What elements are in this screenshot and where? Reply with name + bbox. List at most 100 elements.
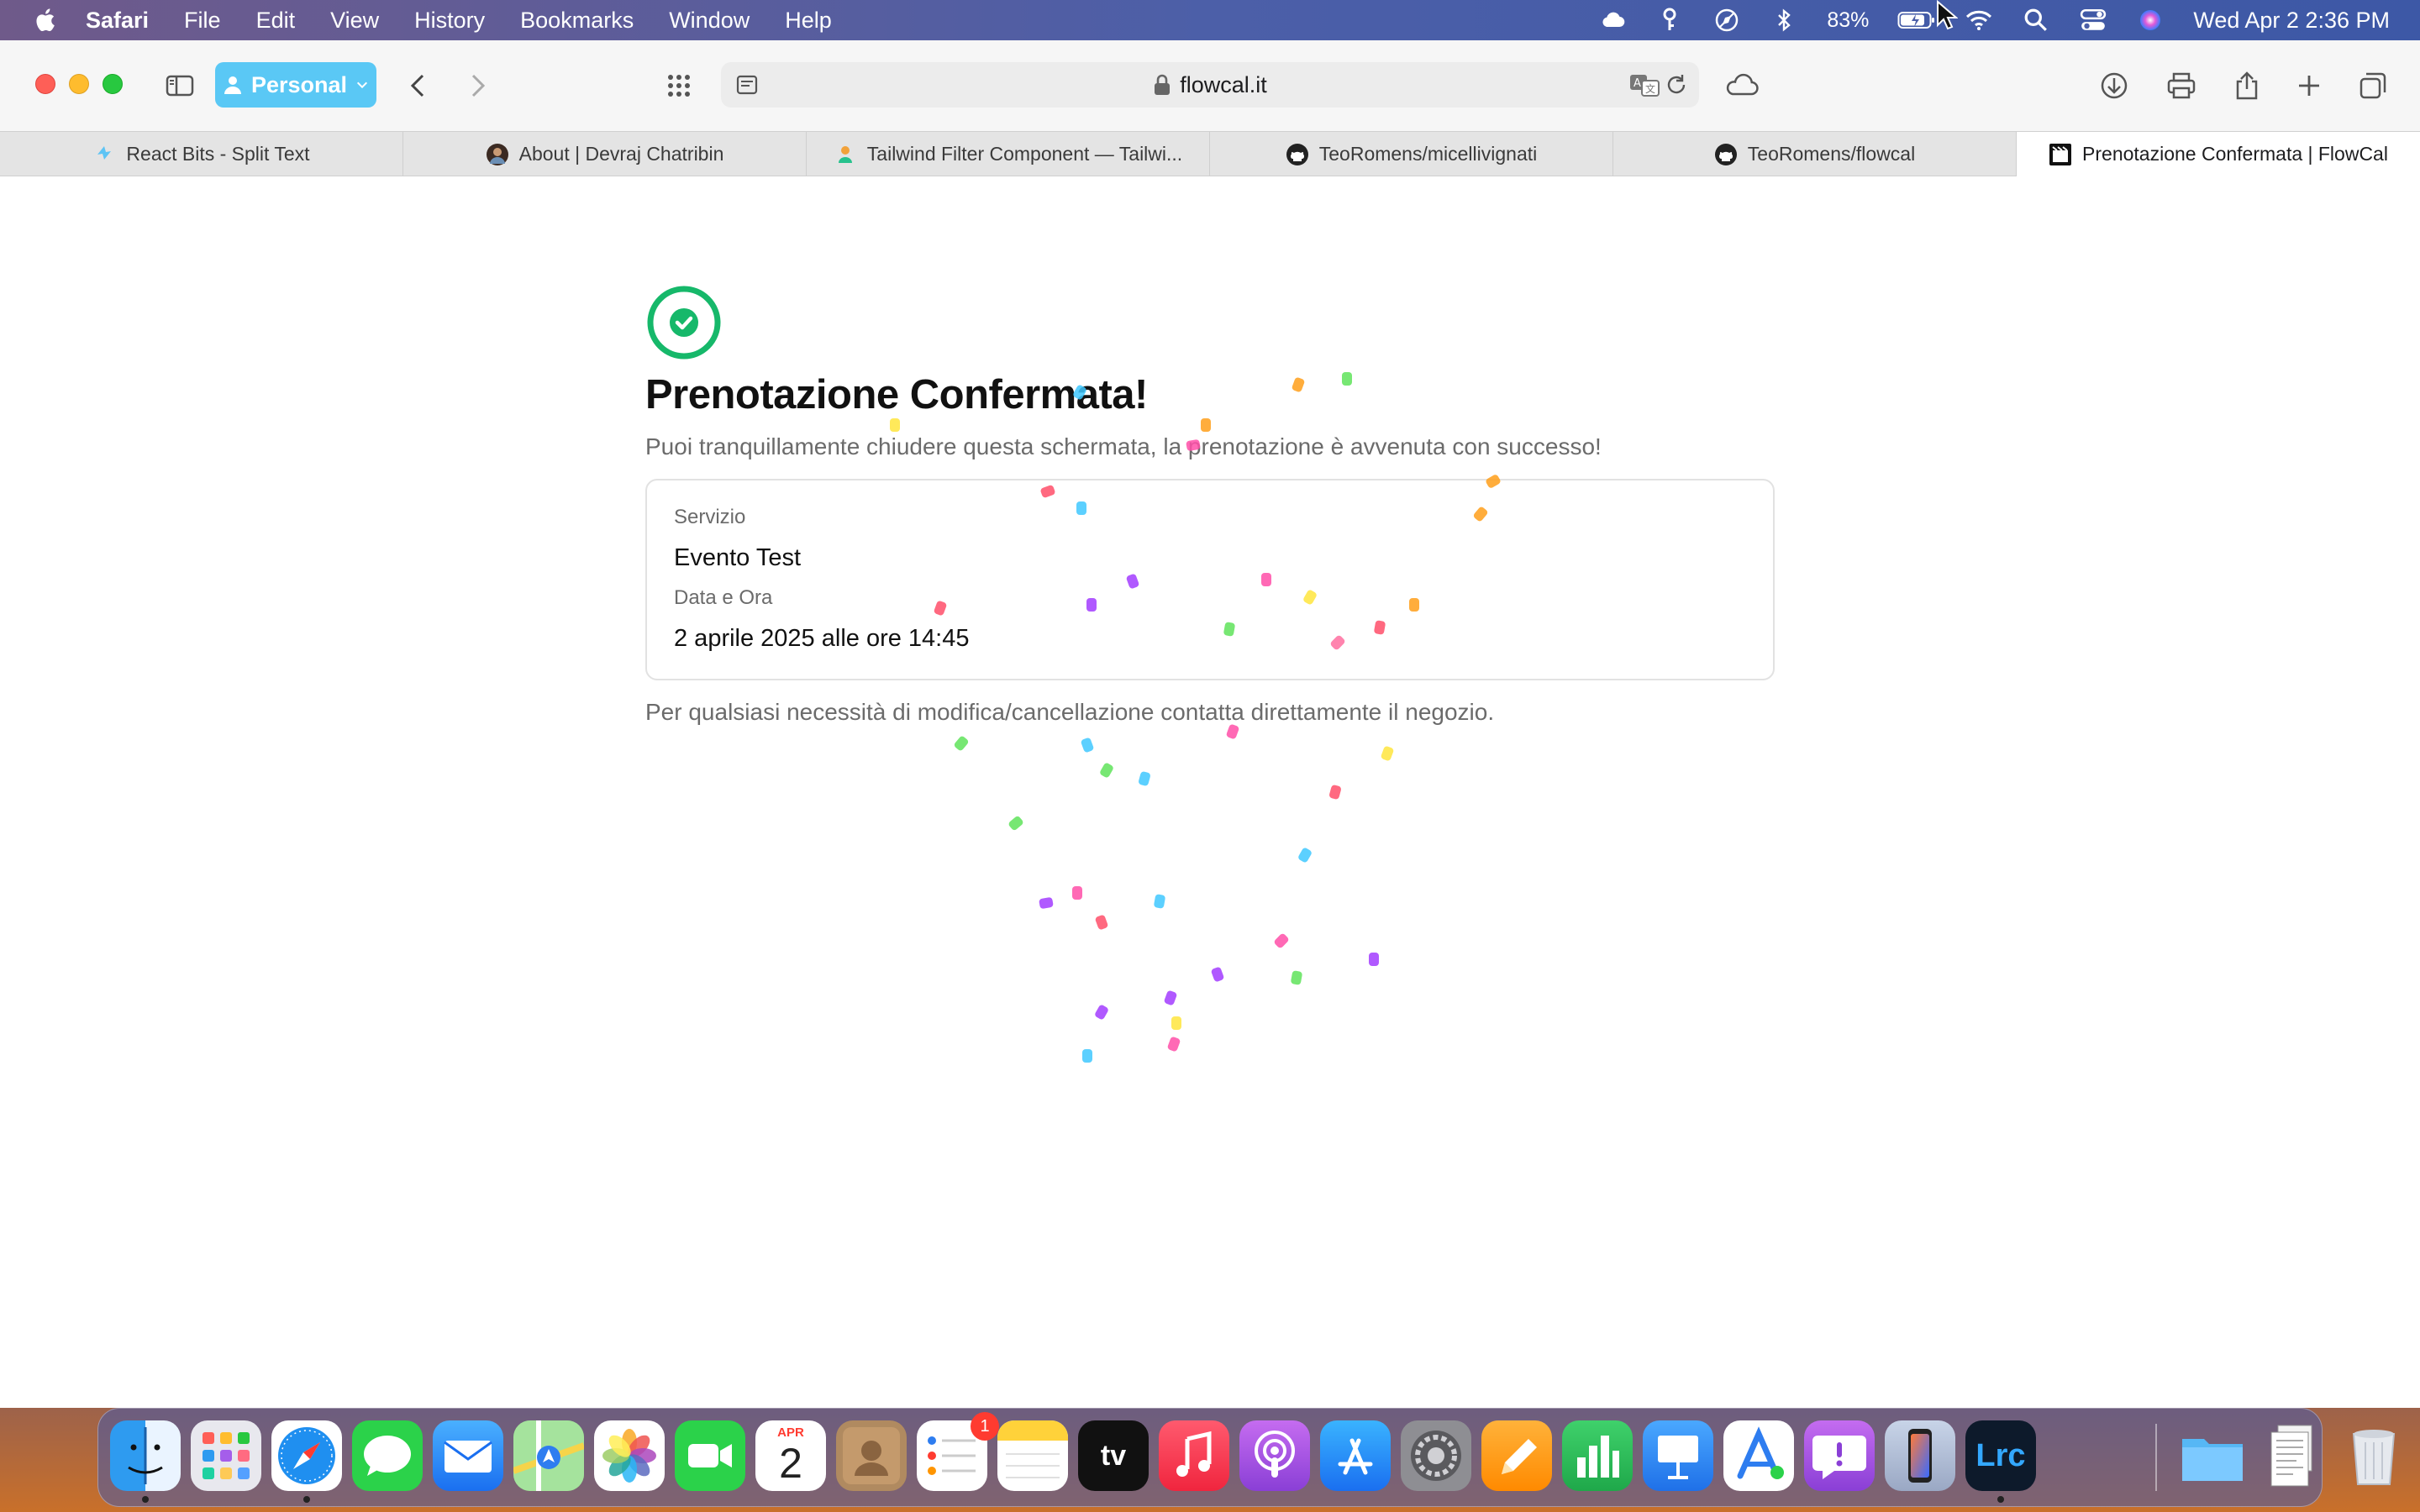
safari-running-indicator [303,1496,310,1503]
tab-tailwind-filter[interactable]: Tailwind Filter Component — Tailwi... [807,132,1210,176]
feedback-assistant-icon[interactable] [1804,1420,1875,1491]
numbers-icon[interactable] [1562,1420,1633,1491]
window-controls [35,74,123,94]
minimize-window-button[interactable] [69,74,89,94]
app-store-icon[interactable] [1320,1420,1391,1491]
photos-icon[interactable] [594,1420,665,1491]
pages-icon[interactable] [1481,1420,1552,1491]
service-label: Servizio [674,506,746,528]
lrc-label: Lrc [1975,1437,2026,1473]
siri-icon[interactable] [2136,8,2165,33]
booking-details-card: Servizio Evento Test Data e Ora 2 aprile… [645,479,1775,680]
chevron-down-icon [356,81,368,89]
reload-icon[interactable] [1664,72,1689,97]
confetti-animation [890,372,1501,1063]
battery-percent: 83% [1827,8,1870,32]
tab-react-bits[interactable]: React Bits - Split Text [0,132,403,176]
confetti-piece [1039,897,1054,909]
back-button[interactable] [402,69,435,102]
forward-button[interactable] [460,69,494,102]
page-menu-icon[interactable] [734,72,760,97]
menu-edit[interactable]: Edit [256,8,296,34]
tab-prenotazione-confermata[interactable]: Prenotazione Confermata | FlowCal [2017,132,2420,176]
mail-icon[interactable] [433,1420,503,1491]
icloud-tabs-icon[interactable] [1723,69,1761,102]
calendar-icon[interactable]: APR 2 [755,1420,826,1491]
menu-app-safari[interactable]: Safari [86,8,149,34]
documents-stack-icon[interactable] [2258,1420,2328,1491]
finder-running-indicator [142,1496,149,1503]
launchpad-icon[interactable] [191,1420,261,1491]
menu-history[interactable]: History [414,8,485,34]
xcode-instruments-icon[interactable] [1723,1420,1794,1491]
notes-icon[interactable] [997,1420,1068,1491]
apple-tv-icon[interactable]: tv [1078,1420,1149,1491]
confetti-piece [1171,1016,1181,1030]
new-tab-plus-icon[interactable] [2292,69,2326,102]
tab-overview-icon[interactable] [2356,69,2390,102]
svg-text:A: A [1634,77,1641,90]
menu-help[interactable]: Help [785,8,832,34]
menu-file[interactable]: File [184,8,221,34]
chevron-left-icon [410,74,424,97]
menu-view[interactable]: View [330,8,379,34]
reminders-badge: 1 [971,1412,999,1441]
trash-icon[interactable] [2338,1420,2409,1491]
lock-icon [1155,74,1171,95]
safari-toolbar: Personal flowcal.it A文 [0,40,2420,131]
battery-icon[interactable] [1897,8,1936,33]
contacts-icon[interactable] [836,1420,907,1491]
music-icon[interactable] [1159,1420,1229,1491]
translate-icon[interactable]: A文 [1628,72,1660,97]
profile-button[interactable]: Personal [215,62,376,108]
menu-bookmarks[interactable]: Bookmarks [520,8,634,34]
confetti-piece [1329,785,1341,800]
share-icon[interactable] [2230,69,2264,102]
finder-icon[interactable] [110,1420,181,1491]
tab-title: React Bits - Split Text [126,143,310,165]
podcasts-icon[interactable] [1239,1420,1310,1491]
lightroom-classic-icon[interactable]: Lrc [1965,1420,2036,1491]
wifi-icon[interactable] [1965,8,1993,33]
apple-menu-icon[interactable] [32,6,60,34]
facetime-icon[interactable] [675,1420,745,1491]
messages-icon[interactable] [352,1420,423,1491]
github-icon [1714,143,1738,166]
downloads-folder-icon[interactable] [2177,1420,2248,1491]
close-window-button[interactable] [35,74,55,94]
confetti-piece [1342,372,1352,386]
confetti-piece [1201,418,1211,432]
bluetooth-icon[interactable] [1770,8,1798,33]
address-bar[interactable]: flowcal.it A文 [721,62,1699,108]
key-icon[interactable] [1655,8,1684,33]
icloud-icon[interactable] [1598,8,1627,33]
control-center-icon[interactable] [2079,8,2107,33]
lightroom-running-indicator [1997,1496,2004,1503]
downloads-icon[interactable] [2097,69,2131,102]
zoom-window-button[interactable] [103,74,123,94]
profile-label: Personal [250,71,348,97]
tab-micellivignati[interactable]: TeoRomens/micellivignati [1210,132,1613,176]
confetti-piece [1274,933,1289,948]
safari-icon[interactable] [271,1420,342,1491]
tab-overview-grid-icon[interactable] [662,69,696,102]
avatar-icon [486,143,509,166]
tab-flowcal-repo[interactable]: TeoRomens/flowcal [1613,132,2017,176]
calendar-day: 2 [779,1440,802,1487]
maps-icon[interactable] [513,1420,584,1491]
url-text: flowcal.it [1180,71,1267,97]
compass-icon[interactable] [1712,8,1741,33]
system-settings-icon[interactable] [1401,1420,1471,1491]
spotlight-search-icon[interactable] [2022,8,2050,33]
menubar-clock[interactable]: Wed Apr 2 2:36 PM [2193,8,2390,34]
menu-window[interactable]: Window [669,8,750,34]
iphone-mirroring-icon[interactable] [1885,1420,1955,1491]
tab-devraj[interactable]: About | Devraj Chatribin [403,132,807,176]
datetime-value: 2 aprile 2025 alle ore 14:45 [674,625,970,652]
confetti-piece [1292,377,1305,392]
confetti-piece [1291,970,1302,985]
keynote-icon[interactable] [1643,1420,1713,1491]
print-icon[interactable] [2165,69,2198,102]
person-icon [224,76,241,94]
sidebar-toggle-icon[interactable] [163,69,197,102]
